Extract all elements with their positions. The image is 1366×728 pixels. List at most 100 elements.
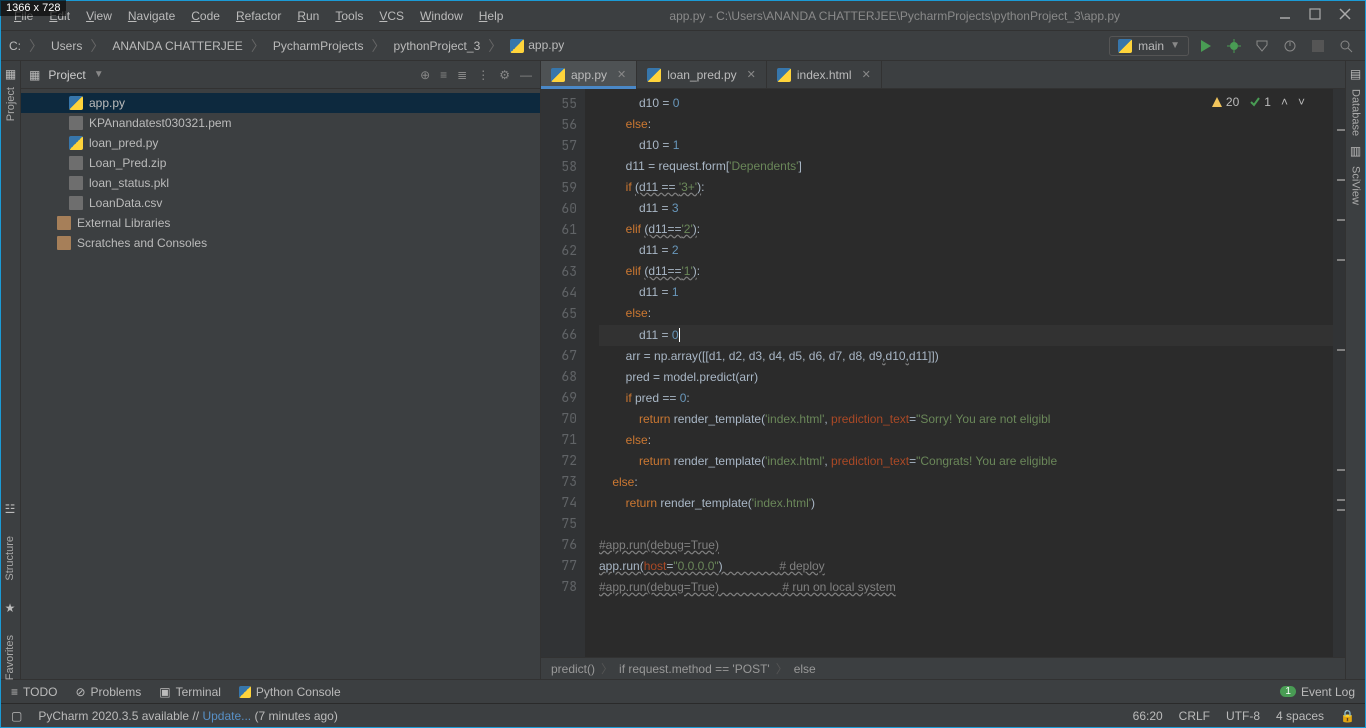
menu-help[interactable]: Help xyxy=(472,5,511,27)
expand-all-icon[interactable]: ≡ xyxy=(440,68,447,82)
maximize-icon[interactable] xyxy=(1309,8,1321,23)
terminal-tool[interactable]: ▣Terminal xyxy=(159,685,221,699)
menu-navigate[interactable]: Navigate xyxy=(121,5,182,27)
breadcrumb-item[interactable]: C: xyxy=(9,39,21,53)
code-editor[interactable]: d10 = 0 else: d10 = 1 d11 = request.form… xyxy=(585,89,1345,657)
code-crumb[interactable]: predict() xyxy=(551,662,595,676)
tree-item[interactable]: KPAnandatest030321.pem xyxy=(21,113,540,133)
close-tab-icon[interactable]: ✕ xyxy=(617,68,626,81)
indent-setting[interactable]: 4 spaces xyxy=(1276,709,1324,723)
menu-tools[interactable]: Tools xyxy=(328,5,370,27)
line-gutter[interactable]: 55 56 57 58 59 60 61 62 63 64 65 66 67 6… xyxy=(541,89,585,657)
divider-icon: ⋮ xyxy=(477,68,489,82)
project-tool-icon[interactable]: ▦ xyxy=(5,67,16,81)
breadcrumb-item[interactable]: ANANDA CHATTERJEE xyxy=(112,39,242,53)
collapse-all-icon[interactable]: ≣ xyxy=(457,68,467,82)
tree-item[interactable]: Loan_Pred.zip xyxy=(21,153,540,173)
tree-item-label: KPAnandatest030321.pem xyxy=(89,116,232,130)
project-tool-label[interactable]: Project xyxy=(5,87,17,121)
next-highlight-icon[interactable]: ˅ xyxy=(1298,95,1305,109)
sciview-tool-label[interactable]: SciView xyxy=(1350,166,1362,205)
profile-button[interactable] xyxy=(1279,35,1301,57)
menu-run[interactable]: Run xyxy=(290,5,326,27)
project-dropdown-icon[interactable]: ▦ xyxy=(29,68,40,82)
tree-item[interactable]: app.py xyxy=(21,93,540,113)
database-tool-label[interactable]: Database xyxy=(1350,89,1362,136)
menu-vcs[interactable]: VCS xyxy=(372,5,411,27)
caret-position[interactable]: 66:20 xyxy=(1133,709,1163,723)
error-stripe[interactable] xyxy=(1333,89,1345,657)
debug-button[interactable] xyxy=(1223,35,1245,57)
editor-tab[interactable]: index.html✕ xyxy=(767,61,882,88)
inspection-widget[interactable]: 20 1 ˄ ˅ xyxy=(1211,95,1305,109)
close-tab-icon[interactable]: ✕ xyxy=(747,68,756,81)
menu-view[interactable]: View xyxy=(79,5,119,27)
editor-area: app.py✕loan_pred.py✕index.html✕ 55 56 57… xyxy=(541,61,1345,679)
tree-item[interactable]: loan_pred.py xyxy=(21,133,540,153)
chevron-down-icon[interactable]: ▼ xyxy=(94,69,104,80)
event-log[interactable]: 1Event Log xyxy=(1280,685,1355,699)
menu-window[interactable]: Window xyxy=(413,5,470,27)
breadcrumb-item[interactable]: pythonProject_3 xyxy=(394,39,481,53)
project-header: ▦ Project ▼ ⊕ ≡ ≣ ⋮ ⚙ — xyxy=(21,61,540,89)
coverage-button[interactable] xyxy=(1251,35,1273,57)
breadcrumb-item[interactable]: app.py xyxy=(510,38,564,53)
file-encoding[interactable]: UTF-8 xyxy=(1226,709,1260,723)
close-tab-icon[interactable]: ✕ xyxy=(862,68,871,81)
tree-item[interactable]: Scratches and Consoles xyxy=(21,233,540,253)
right-tool-strip: ▤ Database ▥ SciView xyxy=(1345,61,1365,679)
file-icon xyxy=(69,196,83,210)
run-config-selector[interactable]: main ▼ xyxy=(1109,36,1189,56)
chevron-down-icon: ▼ xyxy=(1170,40,1180,51)
search-everywhere-button[interactable] xyxy=(1335,35,1357,57)
close-icon[interactable] xyxy=(1339,8,1351,23)
menu-code[interactable]: Code xyxy=(184,5,227,27)
readonly-lock-icon[interactable]: 🔒 xyxy=(1340,709,1355,723)
tree-item[interactable]: External Libraries xyxy=(21,213,540,233)
project-tree[interactable]: app.py KPAnandatest030321.pem loan_pred.py… xyxy=(21,89,540,257)
py-icon xyxy=(69,136,83,150)
ok-count: 1 xyxy=(1264,95,1271,109)
structure-tool-label[interactable]: Structure xyxy=(4,536,16,581)
navigation-bar: C:〉Users〉ANANDA CHATTERJEE〉PycharmProjec… xyxy=(1,31,1365,61)
minimize-icon[interactable] xyxy=(1279,8,1291,23)
lib-icon xyxy=(57,236,71,250)
warning-count: 20 xyxy=(1226,95,1239,109)
hide-icon[interactable]: — xyxy=(520,68,532,82)
todo-tool[interactable]: ≡TODO xyxy=(11,685,57,699)
editor-tab[interactable]: app.py✕ xyxy=(541,61,637,88)
stop-button[interactable] xyxy=(1307,35,1329,57)
breadcrumb-item[interactable]: Users xyxy=(51,39,82,53)
editor-tab[interactable]: loan_pred.py✕ xyxy=(637,61,767,88)
structure-tool-icon[interactable]: ☳ xyxy=(5,502,16,516)
code-crumb[interactable]: else xyxy=(794,662,816,676)
tree-item[interactable]: LoanData.csv xyxy=(21,193,540,213)
breadcrumb-item[interactable]: PycharmProjects xyxy=(273,39,364,53)
python-console-tool[interactable]: Python Console xyxy=(239,685,341,699)
prev-highlight-icon[interactable]: ˄ xyxy=(1281,95,1288,109)
project-header-label[interactable]: Project xyxy=(48,68,85,82)
favorites-tool-icon[interactable]: ★ xyxy=(5,601,16,615)
menu-bar: FileEditViewNavigateCodeRefactorRunTools… xyxy=(7,5,510,27)
code-crumb[interactable]: if request.method == 'POST' xyxy=(619,662,770,676)
lib-icon xyxy=(57,216,71,230)
run-button[interactable] xyxy=(1195,35,1217,57)
breadcrumb[interactable]: C:〉Users〉ANANDA CHATTERJEE〉PycharmProjec… xyxy=(9,36,564,56)
window-title: app.py - C:\Users\ANANDA CHATTERJEE\Pych… xyxy=(510,9,1279,23)
problems-tool[interactable]: ⊘Problems xyxy=(75,685,141,699)
gear-icon[interactable]: ⚙ xyxy=(499,68,510,82)
menu-refactor[interactable]: Refactor xyxy=(229,5,288,27)
file-icon xyxy=(647,68,661,82)
locate-icon[interactable]: ⊕ xyxy=(420,68,430,82)
run-config-label: main xyxy=(1138,39,1164,53)
sciview-tool-icon[interactable]: ▥ xyxy=(1350,144,1361,158)
tree-item-label: loan_status.pkl xyxy=(89,176,169,190)
ide-status-icon[interactable]: ▢ xyxy=(11,709,22,723)
tree-item[interactable]: loan_status.pkl xyxy=(21,173,540,193)
status-message[interactable]: PyCharm 2020.3.5 available // Update... … xyxy=(38,709,338,723)
tree-item-label: LoanData.csv xyxy=(89,196,162,210)
database-tool-icon[interactable]: ▤ xyxy=(1350,67,1361,81)
line-separator[interactable]: CRLF xyxy=(1179,709,1210,723)
code-breadcrumbs[interactable]: predict()〉if request.method == 'POST'〉el… xyxy=(541,657,1345,679)
favorites-tool-label[interactable]: Favorites xyxy=(4,635,16,680)
